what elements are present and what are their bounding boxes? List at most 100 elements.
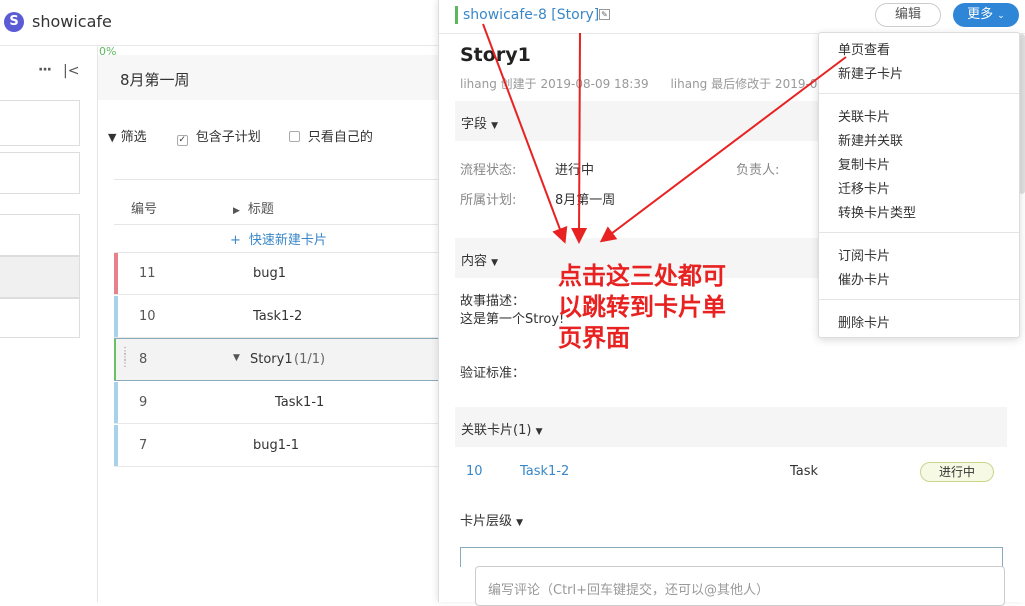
comment-input[interactable]: 编写评论（Ctrl+回车键提交，还可以@其他人）: [475, 566, 1005, 606]
hierarchy-section-header[interactable]: 卡片层级 ▼: [460, 510, 523, 529]
nav-item-active[interactable]: [0, 256, 80, 298]
annotation-line: 页界面: [558, 324, 630, 352]
linked-card-num[interactable]: 10: [466, 464, 483, 479]
hierarchy-section-label: 卡片层级: [460, 514, 513, 529]
include-sub-label: 包含子计划: [195, 130, 261, 145]
caret-down-icon: ▼: [516, 518, 524, 528]
more-dropdown-menu: 单页查看 新建子卡片 关联卡片 新建并关联 复制卡片 迁移卡片 转换卡片类型 订…: [818, 32, 1020, 338]
annotation-line: 点击这三处都可: [558, 262, 726, 290]
app-logo: S: [4, 12, 24, 32]
menu-item-new-child[interactable]: 新建子卡片: [838, 63, 903, 82]
caret-down-icon: ▼: [535, 427, 543, 437]
caret-down-icon[interactable]: ▼: [233, 353, 240, 363]
row-num: 9: [139, 395, 148, 410]
plus-icon: +: [230, 233, 241, 248]
filter-row: ▼ 筛选 ✓ 包含子计划 只看自己的: [108, 126, 373, 146]
row-title[interactable]: Task1-2: [253, 309, 302, 324]
menu-item-subscribe[interactable]: 订阅卡片: [838, 245, 890, 264]
only-mine-label: 只看自己的: [307, 130, 373, 145]
collapse-icon[interactable]: |<: [63, 63, 79, 79]
column-header-title[interactable]: ▶ 标题: [233, 198, 274, 217]
row-num: 11: [139, 266, 156, 281]
content-section-label: 内容: [461, 254, 488, 269]
caret-right-icon: ▶: [233, 206, 240, 216]
caret-down-icon: ▼: [491, 121, 499, 131]
pencil-icon[interactable]: ✎: [599, 9, 610, 20]
owner-label: 负责人:: [736, 163, 780, 178]
nav-item[interactable]: [0, 152, 80, 194]
row-title[interactable]: Story1: [250, 352, 293, 367]
row-color-bar: [114, 339, 116, 380]
table-row[interactable]: 9 Task1-1: [114, 382, 438, 424]
table-row[interactable]: 11 bug1: [114, 253, 438, 295]
row-color-bar: [114, 425, 118, 466]
filter-icon[interactable]: ▼: [108, 131, 116, 144]
filter-label[interactable]: 筛选: [121, 130, 147, 145]
card-link[interactable]: showicafe-8 [Story]: [455, 6, 599, 24]
linked-card-type: Task: [790, 464, 819, 479]
more-button[interactable]: 更多 ⌄: [953, 3, 1019, 27]
plan-value[interactable]: 8月第一周: [555, 189, 615, 208]
nav-item[interactable]: [0, 298, 80, 338]
panel-header: showicafe-8 [Story] ✎ 编辑 更多 ⌄: [439, 0, 1025, 34]
left-nav: [0, 0, 98, 602]
only-mine-checkbox[interactable]: [288, 131, 300, 142]
divider: [114, 224, 438, 225]
table-row[interactable]: 7 bug1-1: [114, 425, 438, 467]
menu-item-copy[interactable]: 复制卡片: [838, 154, 890, 173]
include-sub-checkbox[interactable]: ✓: [176, 135, 188, 146]
row-color-bar: [114, 382, 118, 423]
row-title[interactable]: Task1-1: [275, 395, 324, 410]
row-color-bar: [114, 253, 118, 294]
menu-item-link-card[interactable]: 关联卡片: [838, 106, 890, 125]
story-desc-label: 故事描述：: [460, 294, 526, 309]
menu-item-urge[interactable]: 催办卡片: [838, 269, 890, 288]
row-title[interactable]: bug1-1: [253, 438, 299, 453]
menu-divider: [819, 93, 1019, 94]
column-title-label: 标题: [247, 202, 274, 217]
menu-item-convert-type[interactable]: 转换卡片类型: [838, 202, 916, 221]
chevron-down-icon: ⌄: [997, 11, 1005, 21]
plan-label: 所属计划:: [460, 193, 517, 208]
top-bar: S showicafe: [0, 0, 438, 46]
row-title[interactable]: bug1: [253, 266, 286, 281]
app-name[interactable]: showicafe: [32, 12, 112, 31]
table-row[interactable]: 10 Task1-2: [114, 296, 438, 338]
linked-section-label: 关联卡片(1): [461, 423, 532, 438]
annotation-line: 以跳转到卡片单: [558, 293, 726, 321]
row-num: 8: [139, 352, 148, 367]
quick-create-link[interactable]: + 快速新建卡片: [230, 229, 327, 248]
divider: [114, 179, 438, 180]
menu-item-create-link[interactable]: 新建并关联: [838, 130, 903, 149]
nav-item[interactable]: [0, 214, 80, 256]
plan-progress: 0%: [99, 45, 117, 58]
drag-handle-icon[interactable]: ⋮ ⋮ ⋮: [120, 347, 130, 369]
row-color-bar: [114, 296, 118, 337]
table-row-selected[interactable]: ⋮ ⋮ ⋮ 8 ▼ Story1 (1/1): [114, 338, 438, 381]
caret-down-icon: ▼: [491, 258, 499, 268]
created-info: lihang 创建于 2019-08-09 18:39: [460, 77, 649, 91]
edit-button[interactable]: 编辑: [875, 3, 941, 27]
story-desc-value[interactable]: 这是第一个Stroy!: [460, 308, 564, 327]
linked-card-title[interactable]: Task1-2: [520, 464, 569, 479]
menu-item-single-page[interactable]: 单页查看: [838, 39, 890, 58]
nav-item[interactable]: [0, 100, 80, 146]
menu-divider: [819, 299, 1019, 300]
status-label: 流程状态:: [460, 163, 517, 178]
acceptance-label: 验证标准：: [460, 366, 526, 381]
menu-divider: [819, 232, 1019, 233]
linked-section-header[interactable]: 关联卡片(1) ▼: [455, 407, 1007, 447]
status-value[interactable]: 进行中: [555, 159, 594, 178]
plan-title: 8月第一周: [120, 71, 190, 89]
menu-item-move[interactable]: 迁移卡片: [838, 178, 890, 197]
card-meta: lihang 创建于 2019-08-09 18:39 lihang 最后修改于…: [460, 75, 845, 92]
annotation-text: 点击这三处都可 以跳转到卡片单 页界面: [558, 261, 768, 354]
more-button-label: 更多: [967, 7, 994, 22]
card-title[interactable]: Story1: [460, 44, 531, 66]
more-icon[interactable]: ···: [38, 62, 52, 78]
column-header-num: 编号: [131, 202, 158, 217]
hierarchy-box: [460, 547, 1003, 567]
row-num: 10: [139, 309, 156, 324]
menu-item-delete[interactable]: 删除卡片: [838, 312, 890, 331]
linked-card-status-badge[interactable]: 进行中: [920, 462, 994, 482]
